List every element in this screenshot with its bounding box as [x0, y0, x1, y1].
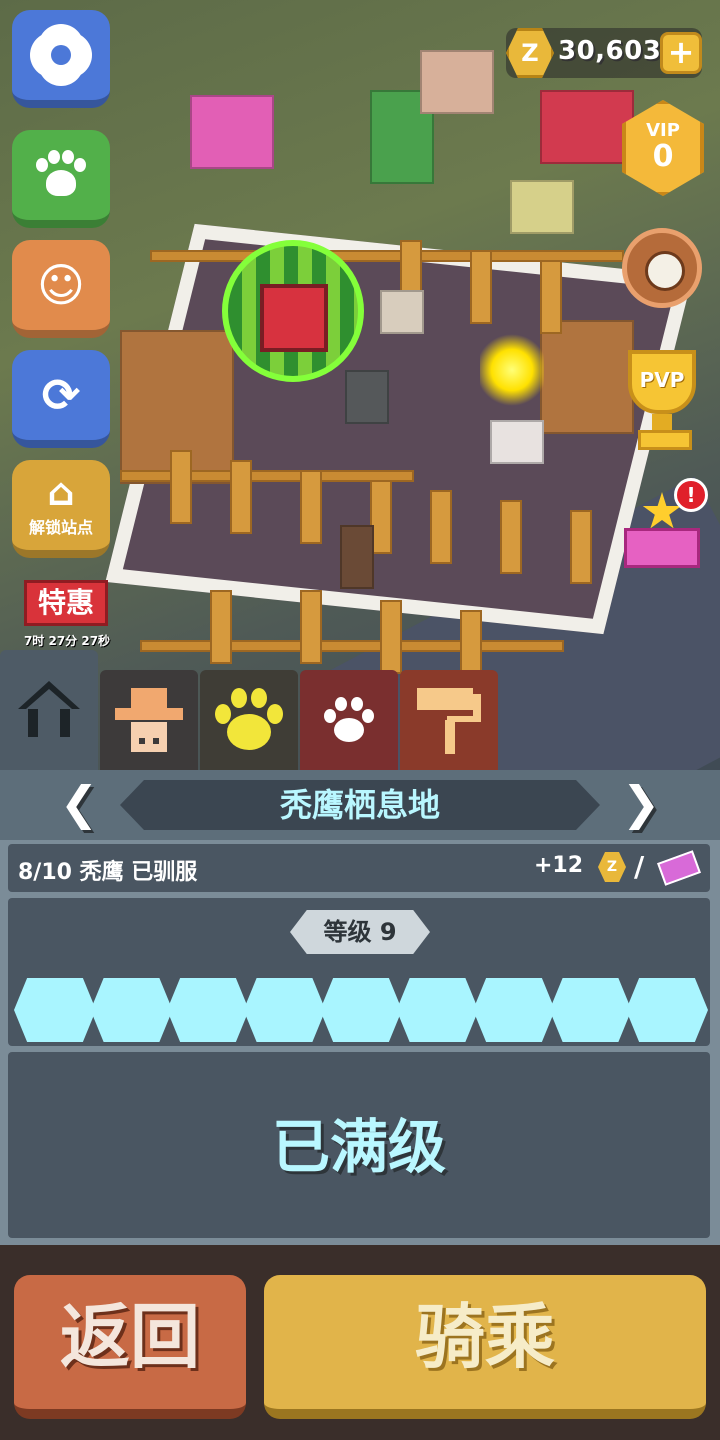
yellow-block [510, 180, 574, 234]
separator: / [634, 850, 645, 883]
gift-box-icon [624, 528, 700, 568]
fence-post [230, 460, 252, 534]
fence-post [170, 450, 192, 524]
bottom-bar: 返回 骑乘 [0, 1245, 720, 1440]
gear-icon [36, 30, 86, 80]
animals-button[interactable] [12, 130, 110, 228]
fence-post [300, 470, 322, 544]
level-progress-segment [320, 978, 402, 1042]
back-button[interactable]: 返回 [14, 1275, 246, 1419]
ticket-icon [657, 850, 701, 886]
vip-level: 0 [652, 139, 674, 174]
coin-counter: Z 30,603 + [506, 28, 702, 78]
coin-icon: Z [506, 28, 554, 78]
tamed-count: 8/10 秃鹰 已驯服 [18, 860, 198, 885]
keeper-button[interactable]: ☺ [12, 240, 110, 338]
fence-post [210, 590, 232, 664]
fence-post [540, 260, 562, 334]
habitat-panel: ❮ 秃鹰栖息地 ❯ 8/10 秃鹰 已驯服 +12 Z / 等级 9 已满级 [0, 770, 720, 1245]
tab-animal-care[interactable] [200, 670, 298, 770]
title-bar: ❮ 秃鹰栖息地 ❯ [0, 770, 720, 840]
map-compass-button[interactable] [622, 228, 702, 308]
level-progress-segment [549, 978, 632, 1042]
fence-post [430, 490, 452, 564]
golden-vulture-sparkle[interactable] [480, 330, 544, 410]
fence-rail-bottom [140, 640, 564, 652]
tamed-info-bar: 8/10 秃鹰 已驯服 +12 Z / [8, 844, 710, 892]
fence-post [470, 250, 492, 324]
tab-home[interactable] [0, 650, 98, 770]
cowboy-hat-icon [115, 688, 183, 752]
vulture[interactable] [345, 370, 389, 424]
level-progress-segment [14, 978, 96, 1042]
max-level-status: 已满级 [271, 1113, 446, 1181]
level-progress-segment [396, 978, 479, 1042]
level-progress-segment [243, 978, 326, 1042]
sale-label: 特惠 [24, 580, 108, 626]
habitat-title: 秃鹰栖息地 [120, 780, 600, 830]
level-progress-segment [90, 978, 173, 1042]
home-icon [18, 681, 80, 737]
paw-icon [34, 150, 88, 200]
vulture[interactable] [380, 290, 424, 334]
fence-post [500, 500, 522, 574]
pvp-button[interactable]: PVP [614, 350, 710, 450]
vip-label: VIP [646, 120, 680, 141]
tan-animal[interactable] [420, 50, 494, 114]
vulture[interactable] [490, 420, 544, 464]
sale-timer: 7时 27分 27秒 [23, 634, 111, 648]
unlock-station-button[interactable]: ⌂ 解锁站点 [12, 460, 110, 558]
level-progress-segment [167, 978, 249, 1042]
tab-keeper[interactable] [100, 670, 198, 770]
prev-habitat-button[interactable]: ❮ [52, 778, 106, 832]
white-paw-icon [324, 697, 374, 742]
coin-icon: Z [598, 852, 626, 882]
unlock-label: 解锁站点 [28, 518, 93, 537]
rotate-airship-button[interactable]: ⟳ [12, 350, 110, 448]
special-offer-button[interactable]: 特惠 7时 27分 27秒 [14, 570, 110, 654]
tab-pets[interactable] [300, 670, 398, 770]
player-character[interactable] [340, 525, 374, 589]
paint-roller-icon [417, 688, 481, 754]
level-area: 等级 9 [8, 898, 710, 1046]
ride-button[interactable]: 骑乘 [264, 1275, 706, 1419]
coin-amount: 30,603 [558, 36, 662, 66]
gift-button[interactable]: ! [620, 478, 708, 572]
red-animal[interactable] [540, 90, 634, 164]
airship-rotate-icon: ⟳ [41, 368, 81, 422]
red-house-icon [260, 284, 328, 352]
lasso-keeper-icon: ☺ [37, 258, 85, 312]
pink-animal[interactable] [190, 95, 274, 169]
yellow-paw-icon [215, 688, 283, 750]
next-habitat-button[interactable]: ❯ [614, 778, 668, 832]
add-coins-button[interactable]: + [660, 32, 702, 74]
pvp-label: PVP [639, 368, 685, 392]
fence-post [300, 590, 322, 664]
fence-post [570, 510, 592, 584]
trophy-base [638, 430, 692, 450]
status-area: 已满级 [8, 1052, 710, 1238]
compass-icon [645, 251, 685, 291]
settings-button[interactable] [12, 10, 110, 108]
trophy-stem [652, 414, 672, 430]
watermelon-house[interactable] [222, 240, 364, 382]
level-progress-segment [473, 978, 555, 1042]
reward-amount: +12 [534, 853, 584, 878]
fence-post [380, 600, 402, 674]
tab-decorate[interactable] [400, 670, 498, 770]
station-icon: ⌂ [47, 470, 75, 514]
level-label: 等级 9 [290, 910, 430, 954]
alert-badge: ! [674, 478, 708, 512]
level-progress-segment [626, 978, 708, 1042]
